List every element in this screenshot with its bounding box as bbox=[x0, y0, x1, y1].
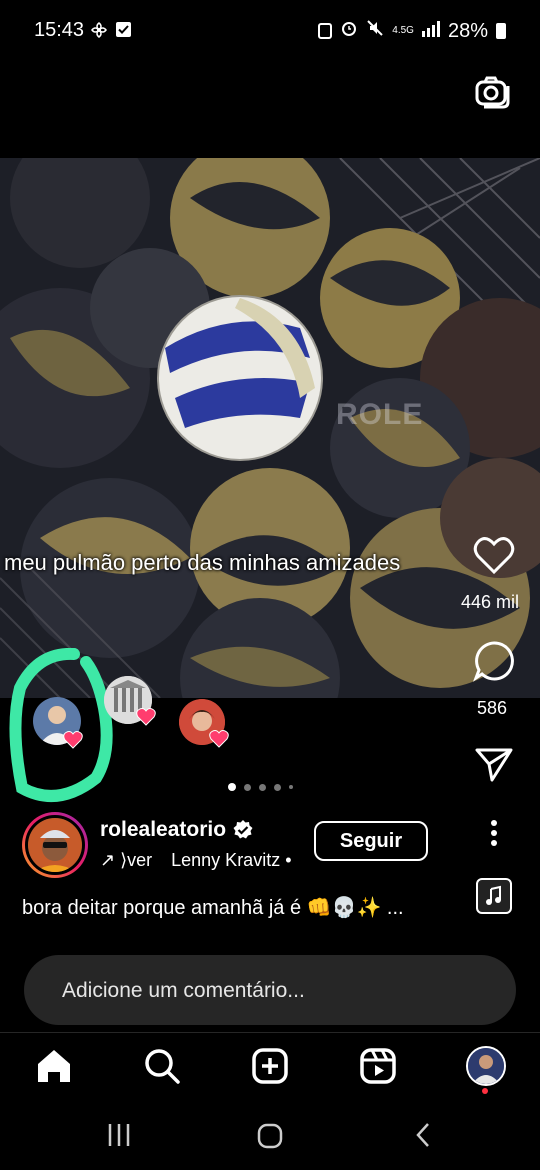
notification-dot bbox=[482, 1088, 488, 1094]
network-label: 4.5G bbox=[392, 25, 414, 36]
status-time: 15:43 bbox=[34, 19, 85, 41]
follow-button[interactable]: Seguir bbox=[314, 821, 428, 861]
mute-icon bbox=[366, 19, 384, 43]
author-avatar[interactable] bbox=[22, 812, 88, 878]
comment-bar[interactable] bbox=[24, 955, 516, 1027]
back-icon[interactable] bbox=[410, 1120, 440, 1150]
recent-apps-icon[interactable] bbox=[104, 1120, 134, 1150]
add-icon[interactable] bbox=[250, 1046, 290, 1086]
signal-icon bbox=[421, 20, 440, 43]
nav-divider bbox=[0, 1032, 540, 1033]
more-icon[interactable] bbox=[482, 818, 506, 848]
carousel-dot bbox=[274, 783, 281, 791]
search-icon[interactable] bbox=[142, 1046, 182, 1086]
image-watermark: ROLE bbox=[336, 398, 424, 431]
audio-prefix: ↗ ⟩ver bbox=[100, 850, 153, 870]
author-username-row[interactable]: rolealeatorio bbox=[100, 818, 254, 842]
comment-input[interactable] bbox=[60, 955, 484, 1027]
heart-icon[interactable] bbox=[473, 537, 515, 580]
home-icon[interactable] bbox=[34, 1046, 74, 1086]
comments-count: 586 bbox=[477, 698, 508, 718]
fan-icon bbox=[90, 21, 108, 44]
checkbox-notification-icon bbox=[116, 22, 131, 42]
comment-action[interactable] bbox=[464, 640, 524, 687]
carousel-indicator bbox=[228, 783, 293, 791]
author-username[interactable]: rolealeatorio bbox=[100, 818, 226, 842]
post-image[interactable] bbox=[0, 158, 540, 698]
image-caption-overlay: meu pulmão perto das minhas amizades bbox=[4, 550, 401, 575]
home-system-icon[interactable] bbox=[256, 1122, 286, 1152]
heart-badge-icon bbox=[209, 730, 229, 748]
audio-artist[interactable]: Lenny Kravitz • bbox=[171, 850, 291, 870]
carousel-dot bbox=[289, 785, 293, 789]
reels-icon[interactable] bbox=[358, 1046, 398, 1086]
carousel-dot bbox=[228, 783, 236, 791]
like-action[interactable] bbox=[464, 536, 524, 581]
camera-icon[interactable] bbox=[474, 74, 510, 110]
carousel-dot bbox=[244, 783, 251, 791]
status-right: 4.5G 28% bbox=[318, 19, 506, 43]
audio-line[interactable]: ↗ ⟩ver Lenny Kravitz • bbox=[100, 850, 292, 871]
status-bar: 15:43 4.5G 28% bbox=[0, 0, 540, 62]
share-action[interactable] bbox=[464, 744, 524, 789]
battery-icon bbox=[496, 23, 506, 39]
battery-percent: 28% bbox=[447, 19, 488, 42]
alarm-icon bbox=[340, 19, 358, 43]
verified-badge-icon bbox=[233, 820, 253, 839]
heart-badge-icon bbox=[63, 731, 83, 749]
post-caption[interactable]: bora deitar porque amanhã já é 👊💀✨ ... bbox=[22, 895, 404, 920]
comment-icon[interactable] bbox=[472, 641, 515, 686]
carousel-dot bbox=[259, 783, 266, 791]
likes-count: 446 mil bbox=[461, 592, 520, 612]
clipboard-icon bbox=[318, 23, 333, 39]
share-icon[interactable] bbox=[474, 748, 514, 788]
profile-icon[interactable] bbox=[466, 1046, 506, 1086]
heart-badge-icon bbox=[136, 708, 156, 726]
music-icon[interactable] bbox=[476, 878, 512, 914]
